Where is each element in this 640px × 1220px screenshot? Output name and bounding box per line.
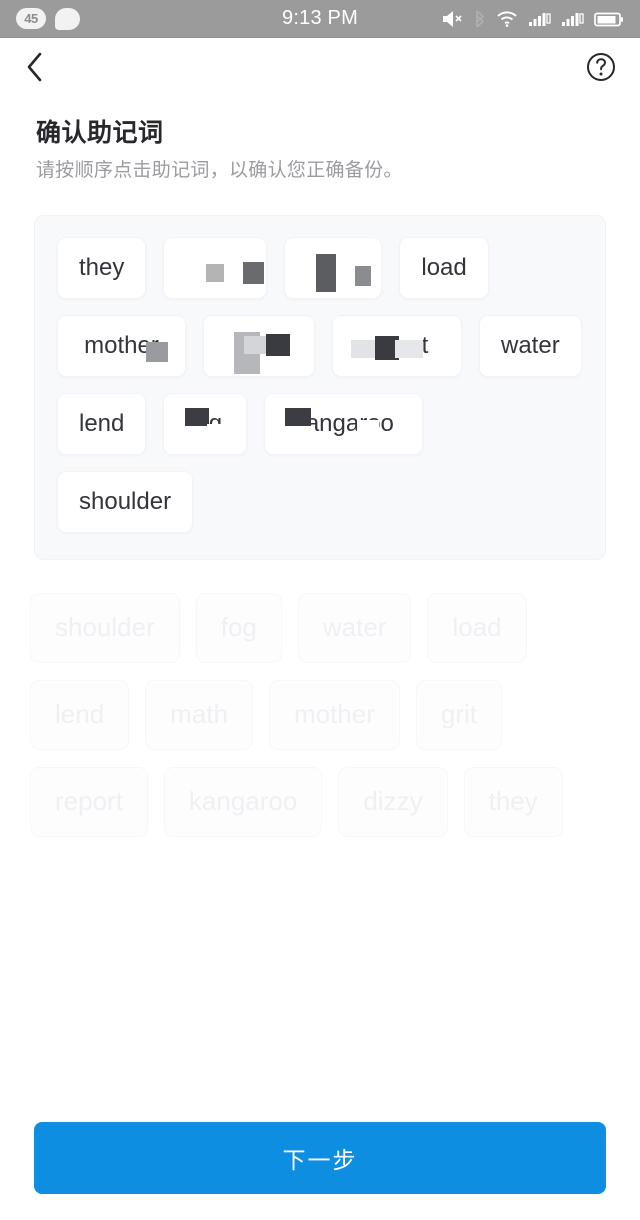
word-bank-row: lend math mother grit <box>30 679 610 750</box>
selected-chip-rows: they load mother report water lend fog kangaroo… <box>57 236 585 533</box>
redaction-overlay <box>204 316 314 376</box>
back-button[interactable] <box>18 52 52 86</box>
phone-screen: 45 9:13 PM 确认助记词 请按顺序点击助记词，以确认您正确备份。 the… <box>0 0 640 1220</box>
battery-icon <box>594 9 624 29</box>
bluetooth-icon <box>474 9 486 29</box>
selected-word-chip[interactable]: report <box>332 314 462 377</box>
status-bar-right <box>441 9 624 29</box>
help-button[interactable] <box>584 52 618 86</box>
word-bank-chip[interactable]: grit <box>415 679 503 750</box>
selected-word-label: kangaroo <box>293 409 394 437</box>
nav-bar <box>0 38 640 100</box>
selected-word-chip[interactable]: lend <box>57 392 147 455</box>
selected-word-label: load <box>421 253 467 281</box>
cta-container: 下一步 <box>0 1122 640 1194</box>
selected-word-chip[interactable]: mother <box>57 314 186 377</box>
word-bank-row: shoulder fog water load <box>30 592 610 663</box>
next-step-button[interactable]: 下一步 <box>34 1122 606 1194</box>
selected-word-chip[interactable] <box>163 236 268 299</box>
signal-sim1-icon <box>528 9 552 29</box>
selected-word-chip[interactable] <box>284 236 383 299</box>
word-bank-chip[interactable]: they <box>463 766 563 837</box>
redaction-overlay <box>285 238 381 298</box>
selected-chip-row: mother report water <box>57 314 585 377</box>
word-bank-chip[interactable]: lend <box>30 679 130 750</box>
status-bar: 45 9:13 PM <box>0 0 640 38</box>
word-bank-chip[interactable]: fog <box>195 592 282 663</box>
selected-word-label: fog <box>188 409 223 437</box>
word-bank-chip[interactable]: water <box>297 592 412 663</box>
selected-word-label: shoulder <box>79 487 172 515</box>
word-bank-chip[interactable]: mother <box>268 679 400 750</box>
selected-chip-row: lend fog kangaroo <box>57 392 585 455</box>
selected-word-chip[interactable] <box>203 314 315 377</box>
volume-mute-icon <box>441 9 465 29</box>
selected-chip-row: shoulder <box>57 470 585 533</box>
selected-word-chip[interactable]: load <box>399 236 489 299</box>
selected-word-chip[interactable]: shoulder <box>57 470 194 533</box>
word-bank-row: report kangaroo dizzy they <box>30 766 610 837</box>
header-block: 确认助记词 请按顺序点击助记词，以确认您正确备份。 <box>0 100 640 185</box>
word-bank-chip[interactable]: report <box>30 766 148 837</box>
selected-word-chip[interactable]: they <box>57 236 147 299</box>
selected-word-label: water <box>501 331 560 359</box>
word-bank-chip[interactable]: load <box>427 592 527 663</box>
signal-sim2-icon <box>561 9 585 29</box>
page-subtitle: 请按顺序点击助记词，以确认您正确备份。 <box>36 160 403 182</box>
chevron-left-icon <box>24 51 46 88</box>
word-bank-chip[interactable]: math <box>145 679 253 750</box>
selected-word-label: mother <box>84 331 159 359</box>
word-bank-chip[interactable]: shoulder <box>30 592 180 663</box>
page-title: 确认助记词 <box>36 119 164 147</box>
selected-word-label: they <box>79 253 125 281</box>
selected-word-chip[interactable]: water <box>479 314 582 377</box>
word-bank-chip[interactable]: kangaroo <box>163 766 323 837</box>
selected-chip-row: they load <box>57 236 585 299</box>
selected-word-chip[interactable]: kangaroo <box>264 392 424 455</box>
word-bank: shoulder fog water load lend math mother grit re… <box>30 592 610 837</box>
selected-word-label: report <box>365 331 429 359</box>
wifi-icon <box>495 9 519 29</box>
selected-word-label: lend <box>79 409 125 437</box>
selected-mnemonic-panel: they load mother report water lend fog kangaroo… <box>34 214 606 560</box>
redaction-overlay <box>164 238 266 298</box>
help-circle-icon <box>585 51 617 88</box>
word-bank-chip[interactable]: dizzy <box>338 766 448 837</box>
selected-word-chip[interactable]: fog <box>163 392 248 455</box>
